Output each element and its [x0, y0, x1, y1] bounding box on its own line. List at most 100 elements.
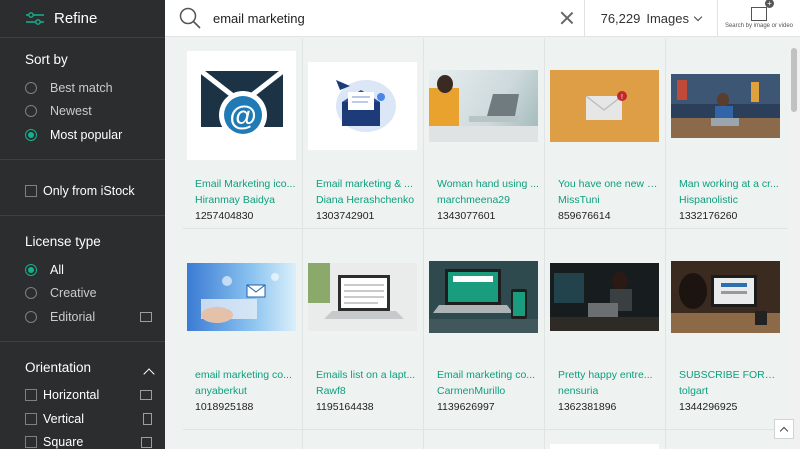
search-input[interactable]: [213, 10, 560, 26]
media-type-dropdown[interactable]: 76,229 Images: [585, 0, 717, 37]
search-by-image-label: Search by image or video: [724, 23, 794, 29]
orientation-header[interactable]: Orientation: [25, 360, 165, 384]
chevron-down-icon: [693, 12, 703, 21]
orientation-option-label: Vertical: [43, 411, 84, 426]
checkbox-icon: [25, 389, 37, 402]
result-author[interactable]: nensuria: [558, 385, 663, 397]
license-creative[interactable]: Creative: [25, 282, 165, 306]
result-title[interactable]: email marketing co...: [195, 369, 298, 381]
column-divider: [302, 38, 303, 449]
sort-most-popular[interactable]: Most popular: [25, 123, 165, 147]
radio-selected-icon: [25, 128, 37, 141]
search-icon[interactable]: [179, 7, 201, 29]
result-thumbnail[interactable]: @: [187, 51, 296, 160]
result-thumbnail[interactable]: [308, 61, 417, 150]
result-card[interactable]: Emails list on a lapt... Rawf8 1195164438: [304, 229, 421, 413]
result-card[interactable]: Email marketing & ... Diana Herashchenko 1…: [304, 38, 421, 222]
result-card[interactable]: [546, 444, 663, 449]
sort-heading: Sort by: [25, 52, 68, 67]
result-card[interactable]: email marketing co... anyaberkut 101892518…: [183, 229, 300, 413]
result-thumbnail[interactable]: [671, 73, 780, 138]
result-thumbnail[interactable]: [187, 262, 296, 331]
checkbox-icon: [25, 412, 37, 425]
result-author[interactable]: Diana Herashchenko: [316, 194, 421, 206]
orientation-option-label: Horizontal: [43, 388, 100, 403]
chevron-up-icon: [143, 367, 155, 380]
image-search-icon: [751, 0, 774, 21]
only-istock-label: Only from iStock: [43, 184, 135, 199]
row-divider: [183, 228, 788, 229]
orientation-vertical[interactable]: Vertical: [25, 407, 165, 431]
scrollbar[interactable]: [788, 38, 800, 449]
horizontal-icon: [140, 390, 152, 401]
result-title[interactable]: Email Marketing ico...: [195, 178, 298, 190]
result-author[interactable]: Rawf8: [316, 385, 421, 397]
refine-header[interactable]: Refine: [0, 0, 165, 38]
result-thumbnail[interactable]: [671, 260, 780, 333]
result-id: 1195164438: [316, 401, 374, 413]
result-title[interactable]: SUBSCRIBE FORM ...: [679, 369, 782, 381]
result-card[interactable]: @ Email Marketing ico... Hiranmay Baidya 1…: [183, 38, 300, 222]
result-author[interactable]: MissTuni: [558, 194, 663, 206]
chevron-up-icon: [779, 426, 789, 435]
back-to-top-button[interactable]: [774, 419, 794, 439]
result-thumbnail[interactable]: [429, 69, 538, 142]
license-heading: License type: [25, 234, 101, 249]
result-card[interactable]: SUBSCRIBE FORM ... tolgart 1344296925: [667, 229, 784, 413]
result-id: 1332176260: [679, 210, 738, 222]
result-title[interactable]: Email marketing & ...: [316, 178, 419, 190]
result-title[interactable]: Email marketing co...: [437, 369, 540, 381]
filter-sidebar: Refine Sort by Best match Newest Most po…: [0, 0, 165, 449]
orientation-section: Orientation Horizontal Vertical Square: [0, 342, 165, 449]
result-type: Images: [646, 10, 689, 26]
result-thumbnail[interactable]: [550, 262, 659, 331]
only-istock-checkbox[interactable]: Only from iStock: [25, 180, 165, 204]
search-bar: 76,229 Images Search by image or video: [165, 0, 800, 37]
sort-option-label: Best match: [50, 80, 113, 95]
result-card[interactable]: Man working at a cr... Hispanolistic 13321…: [667, 38, 784, 222]
license-section: License type All Creative Editorial: [0, 216, 165, 342]
result-thumbnail[interactable]: [550, 444, 659, 449]
orientation-horizontal[interactable]: Horizontal: [25, 384, 165, 408]
result-title[interactable]: Woman hand using ...: [437, 178, 540, 190]
checkbox-icon: [25, 436, 37, 449]
license-option-label: All: [50, 262, 64, 277]
scrollbar-thumb[interactable]: [791, 48, 797, 112]
result-author[interactable]: Hiranmay Baidya: [195, 194, 300, 206]
result-author[interactable]: CarmenMurillo: [437, 385, 542, 397]
column-divider: [665, 38, 666, 449]
search-by-image-button[interactable]: Search by image or video: [718, 0, 800, 37]
sort-newest[interactable]: Newest: [25, 100, 165, 124]
result-card[interactable]: Email marketing co... CarmenMurillo 113962…: [425, 229, 542, 413]
result-author[interactable]: tolgart: [679, 385, 784, 397]
result-thumbnail[interactable]: [308, 262, 417, 331]
license-all[interactable]: All: [25, 258, 165, 282]
license-editorial[interactable]: Editorial: [25, 305, 165, 329]
svg-text:!: !: [621, 94, 623, 101]
result-title[interactable]: Emails list on a lapt...: [316, 369, 419, 381]
radio-icon: [25, 310, 37, 323]
result-id: 1257404830: [195, 210, 254, 222]
result-card[interactable]: Woman hand using ... marchmeena29 13430776…: [425, 38, 542, 222]
result-card[interactable]: Pretty happy entre... nensuria 1362381896: [546, 229, 663, 413]
orientation-heading: Orientation: [25, 359, 92, 375]
sort-best-match[interactable]: Best match: [25, 76, 165, 100]
sort-option-label: Most popular: [50, 127, 123, 142]
result-title[interactable]: Man working at a cr...: [679, 178, 782, 190]
clear-search-icon[interactable]: [560, 11, 574, 25]
checkbox-icon: [25, 185, 37, 198]
result-title[interactable]: You have one new e...: [558, 178, 661, 190]
result-thumbnail[interactable]: [429, 260, 538, 333]
result-title[interactable]: Pretty happy entre...: [558, 369, 661, 381]
row-divider: [183, 429, 788, 430]
result-card[interactable]: ! You have one new e... MissTuni 859676614: [546, 38, 663, 222]
orientation-square[interactable]: Square: [25, 431, 165, 449]
column-divider: [423, 38, 424, 449]
radio-selected-icon: [25, 263, 37, 276]
result-id: 1362381896: [558, 401, 617, 413]
orientation-option-label: Square: [43, 435, 84, 449]
result-author[interactable]: marchmeena29: [437, 194, 542, 206]
result-thumbnail[interactable]: !: [550, 69, 659, 142]
result-author[interactable]: anyaberkut: [195, 385, 300, 397]
result-author[interactable]: Hispanolistic: [679, 194, 784, 206]
